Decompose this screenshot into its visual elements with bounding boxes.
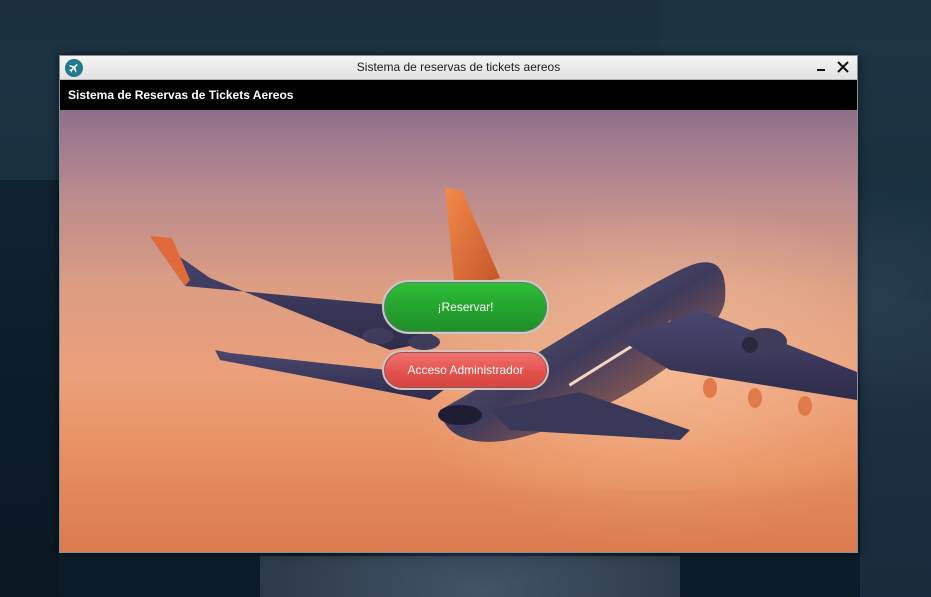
reservar-button[interactable]: ¡Reservar! bbox=[382, 280, 549, 334]
desktop-blur-shape bbox=[0, 180, 59, 597]
admin-access-button[interactable]: Acceso Administrador bbox=[382, 350, 549, 390]
app-window: Sistema de reservas de tickets aereos Si… bbox=[59, 55, 858, 553]
app-header: Sistema de Reservas de Tickets Aereos bbox=[60, 80, 857, 110]
desktop-blur-shape bbox=[860, 300, 931, 597]
admin-access-button-label: Acceso Administrador bbox=[407, 363, 524, 377]
minimize-icon[interactable] bbox=[812, 58, 830, 76]
window-titlebar[interactable]: Sistema de reservas de tickets aereos bbox=[60, 56, 857, 80]
desktop-blur-shape bbox=[260, 556, 680, 597]
window-title: Sistema de reservas de tickets aereos bbox=[356, 60, 561, 74]
desktop-blur-shape bbox=[660, 0, 931, 55]
header-title: Sistema de Reservas de Tickets Aereos bbox=[68, 88, 294, 102]
close-icon[interactable] bbox=[834, 58, 852, 76]
main-content: ¡Reservar! Acceso Administrador bbox=[60, 110, 857, 552]
desktop-background: Sistema de reservas de tickets aereos Si… bbox=[0, 0, 931, 597]
reservar-button-label: ¡Reservar! bbox=[437, 300, 494, 314]
